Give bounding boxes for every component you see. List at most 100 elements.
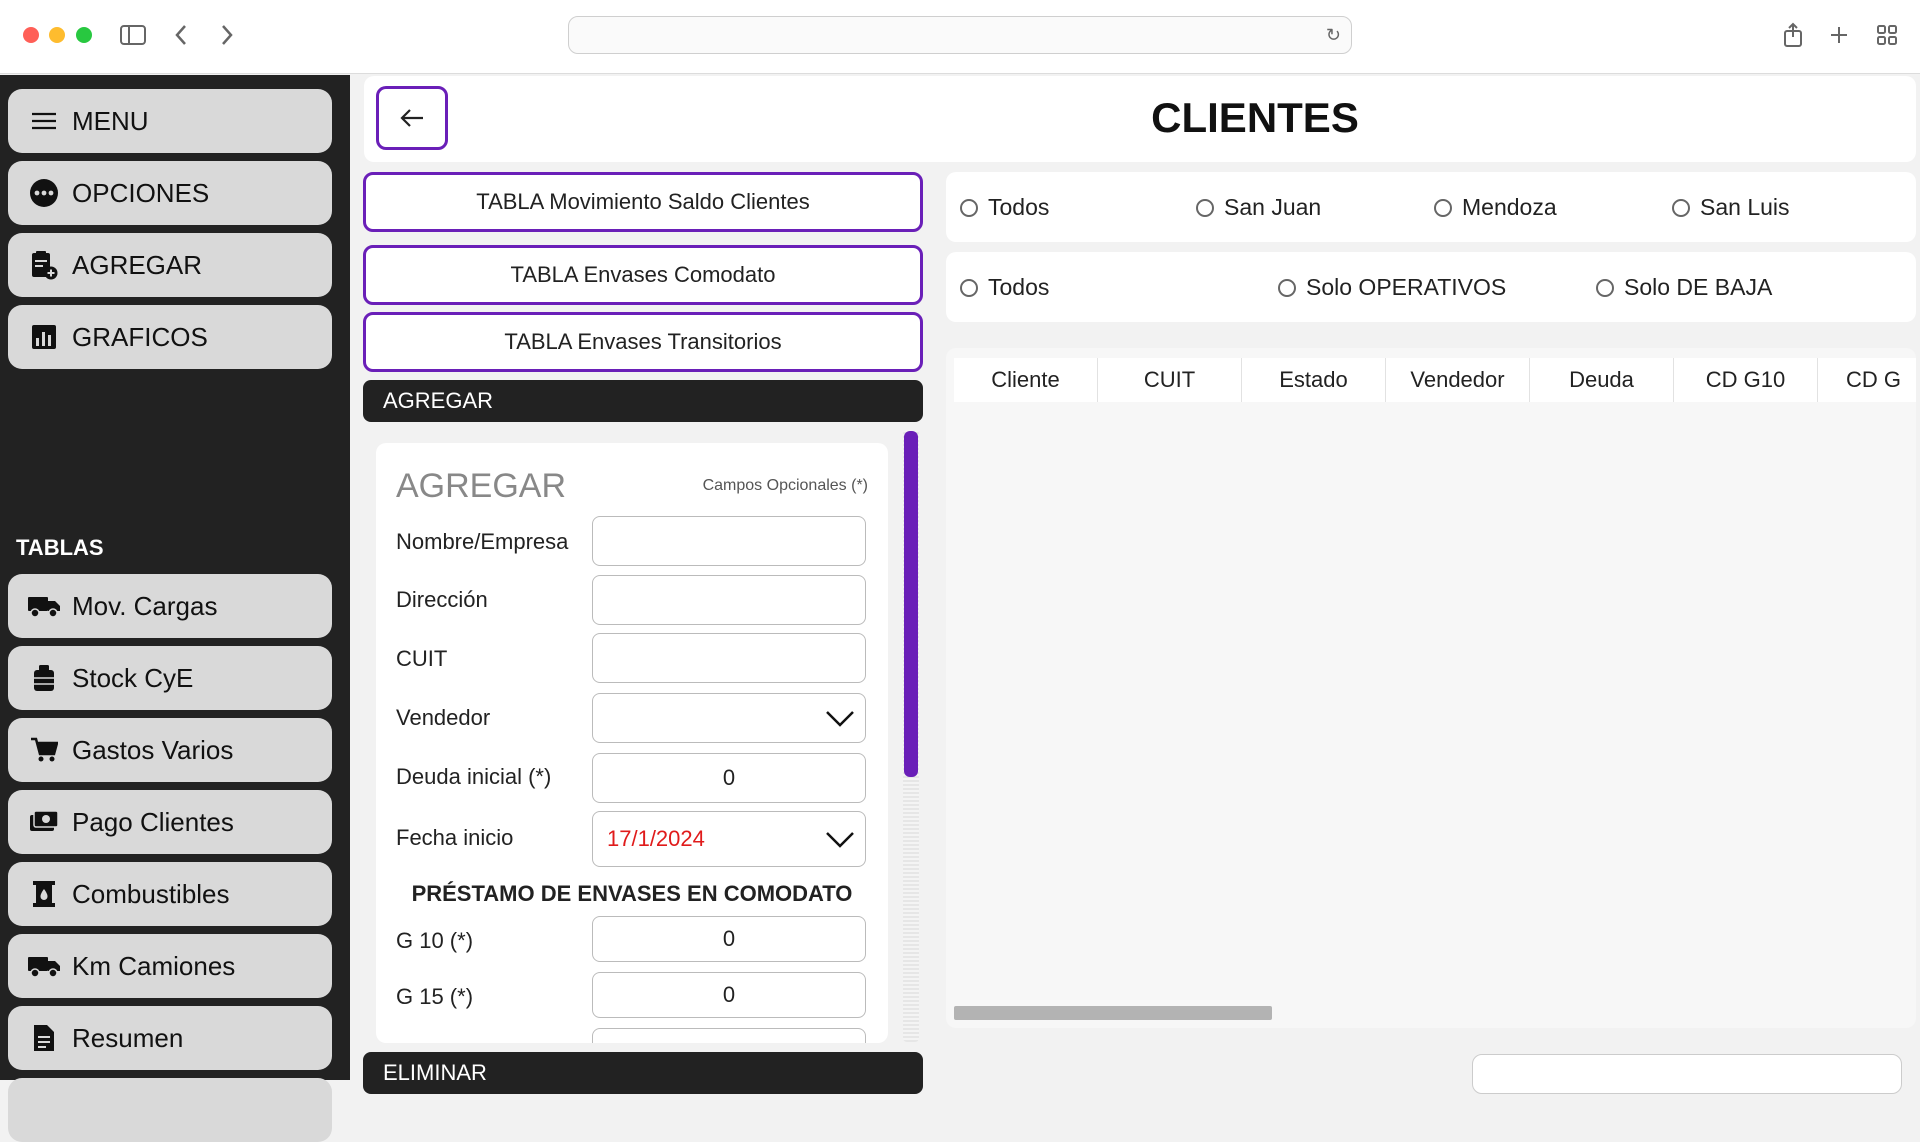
radio-label: San Juan: [1224, 194, 1322, 220]
region-radio-san-juan[interactable]: San Juan: [1196, 194, 1321, 221]
reload-icon[interactable]: ↻: [1326, 25, 1341, 46]
sidebar-item-mov-cargas[interactable]: Mov. Cargas: [8, 574, 332, 638]
sidebar-item-label: Combustibles: [72, 878, 230, 909]
radio-circle[interactable]: [1196, 198, 1214, 217]
fuel-icon: [26, 879, 62, 909]
agregar-form: AGREGAR Campos Opcionales (*) Nombre/Emp…: [376, 443, 888, 1043]
form-optional-note: Campos Opcionales (*): [702, 477, 868, 494]
next-field-partial[interactable]: [592, 1028, 866, 1043]
sidebar-item-menu[interactable]: MENU: [8, 89, 332, 153]
sidebar-item-gastos-varios[interactable]: Gastos Varios: [8, 718, 332, 782]
bottom-input-partial[interactable]: [1472, 1054, 1902, 1094]
radio-circle[interactable]: [960, 198, 978, 217]
tabla-movimiento-saldo-button[interactable]: TABLA Movimiento Saldo Clientes: [363, 172, 923, 232]
eliminar-section-header[interactable]: ELIMINAR: [363, 1052, 923, 1094]
radio-circle[interactable]: [1672, 198, 1690, 217]
column-header-cuit[interactable]: CUIT: [1098, 358, 1242, 402]
region-radio-mendoza[interactable]: Mendoza: [1434, 194, 1557, 221]
fecha-value: 17/1/2024: [607, 826, 705, 851]
region-radio-san-luis[interactable]: San Luis: [1672, 194, 1790, 221]
radio-label: Solo OPERATIVOS: [1306, 274, 1507, 300]
forward-nav-icon[interactable]: [212, 20, 242, 50]
table-horizontal-scrollbar[interactable]: [954, 1006, 1272, 1020]
sidebar-item-resumen[interactable]: Resumen: [8, 1006, 332, 1070]
back-nav-icon[interactable]: [166, 20, 196, 50]
nombre-label: Nombre/Empresa: [396, 529, 569, 554]
column-header-deuda[interactable]: Deuda: [1530, 358, 1674, 402]
sidebar-item-stock-cye[interactable]: Stock CyE: [8, 646, 332, 710]
more-icon: [26, 178, 62, 208]
sidebar-item-label: Stock CyE: [72, 662, 194, 693]
sidebar-item-opciones[interactable]: OPCIONES: [8, 161, 332, 225]
chevron-down-icon: [826, 711, 854, 727]
address-bar[interactable]: ↻: [568, 16, 1352, 54]
estado-radio-de-baja[interactable]: Solo DE BAJA: [1596, 274, 1772, 301]
sidebar-item-agregar[interactable]: AGREGAR: [8, 233, 332, 297]
radio-label: Todos: [988, 194, 1050, 220]
column-header-estado[interactable]: Estado: [1242, 358, 1386, 402]
table-header-row: Cliente CUIT Estado Vendedor Deuda CD G1…: [954, 358, 1916, 402]
page-title: CLIENTES: [1151, 94, 1359, 141]
region-radio-todos[interactable]: Todos: [960, 194, 1049, 221]
sidebar-item-label: Pago Clientes: [72, 806, 234, 837]
column-header-cd-g-partial[interactable]: CD G: [1818, 358, 1916, 402]
sidebar-item-label: Km Camiones: [72, 950, 236, 981]
sidebar-item-label: Gastos Varios: [72, 734, 234, 765]
share-icon[interactable]: [1778, 20, 1808, 50]
sidebar-item-label: Mov. Cargas: [72, 590, 218, 621]
form-scrollbar-thumb[interactable]: [904, 431, 918, 777]
minimize-window-button[interactable]: [49, 27, 65, 43]
fecha-select[interactable]: 17/1/2024: [592, 811, 866, 867]
sidebar-toggle-icon[interactable]: [118, 20, 148, 50]
nombre-field[interactable]: [592, 516, 866, 566]
column-header-cliente[interactable]: Cliente: [954, 358, 1098, 402]
cuit-field[interactable]: [592, 633, 866, 683]
fecha-label: Fecha inicio: [396, 825, 514, 850]
deuda-field[interactable]: 0: [592, 753, 866, 803]
sidebar-item-graficos[interactable]: GRAFICOS: [8, 305, 332, 369]
cart-icon: [26, 735, 62, 765]
radio-label: San Luis: [1700, 194, 1790, 220]
estado-radio-todos[interactable]: Todos: [960, 274, 1049, 301]
tabla-envases-comodato-button[interactable]: TABLA Envases Comodato: [363, 245, 923, 305]
sidebar-item-label: OPCIONES: [72, 177, 210, 208]
zoom-window-button[interactable]: [76, 27, 92, 43]
estado-radio-operativos[interactable]: Solo OPERATIVOS: [1278, 274, 1506, 301]
truck-icon: [26, 951, 62, 981]
radio-label: Mendoza: [1462, 194, 1557, 220]
radio-circle[interactable]: [1278, 278, 1296, 297]
cuit-label: CUIT: [396, 646, 448, 671]
tabla-envases-transitorios-button[interactable]: TABLA Envases Transitorios: [363, 312, 923, 372]
sidebar-item-label: MENU: [72, 105, 149, 136]
radio-circle[interactable]: [1434, 198, 1452, 217]
sidebar-item-partial[interactable]: [8, 1078, 332, 1142]
agregar-section-header[interactable]: AGREGAR: [363, 380, 923, 422]
form-title: AGREGAR: [396, 467, 567, 505]
radio-circle[interactable]: [1596, 278, 1614, 297]
estado-filter: Todos Solo OPERATIVOS Solo DE BAJA: [946, 252, 1916, 322]
page-header: CLIENTES: [364, 76, 1916, 162]
new-tab-icon[interactable]: [1824, 20, 1854, 50]
sidebar-item-pago-clientes[interactable]: Pago Clientes: [8, 790, 332, 854]
sidebar-item-km-camiones[interactable]: Km Camiones: [8, 934, 332, 998]
sidebar-item-combustibles[interactable]: Combustibles: [8, 862, 332, 926]
sidebar-section-label: TABLAS: [16, 535, 104, 560]
chart-icon: [26, 322, 62, 352]
browser-toolbar: ↻: [0, 0, 1920, 74]
radio-circle[interactable]: [960, 278, 978, 297]
vendedor-select[interactable]: [592, 693, 866, 743]
sidebar: MENU OPCIONES AGREGAR GRAFICOS TABLAS Mo…: [0, 75, 350, 1142]
region-filter: Todos San Juan Mendoza San Luis: [946, 172, 1916, 242]
radio-label: Solo DE BAJA: [1624, 274, 1773, 300]
g15-field[interactable]: 0: [592, 972, 866, 1018]
close-window-button[interactable]: [23, 27, 39, 43]
tab-overview-icon[interactable]: [1872, 20, 1902, 50]
box-icon: [26, 663, 62, 693]
g15-label: G 15 (*): [396, 984, 474, 1009]
prestamo-heading: PRÉSTAMO DE ENVASES EN COMODATO: [411, 881, 853, 906]
g10-field[interactable]: 0: [592, 916, 866, 962]
radio-label: Todos: [988, 274, 1050, 300]
column-header-vendedor[interactable]: Vendedor: [1386, 358, 1530, 402]
direccion-field[interactable]: [592, 575, 866, 625]
column-header-cd-g10[interactable]: CD G10: [1674, 358, 1818, 402]
